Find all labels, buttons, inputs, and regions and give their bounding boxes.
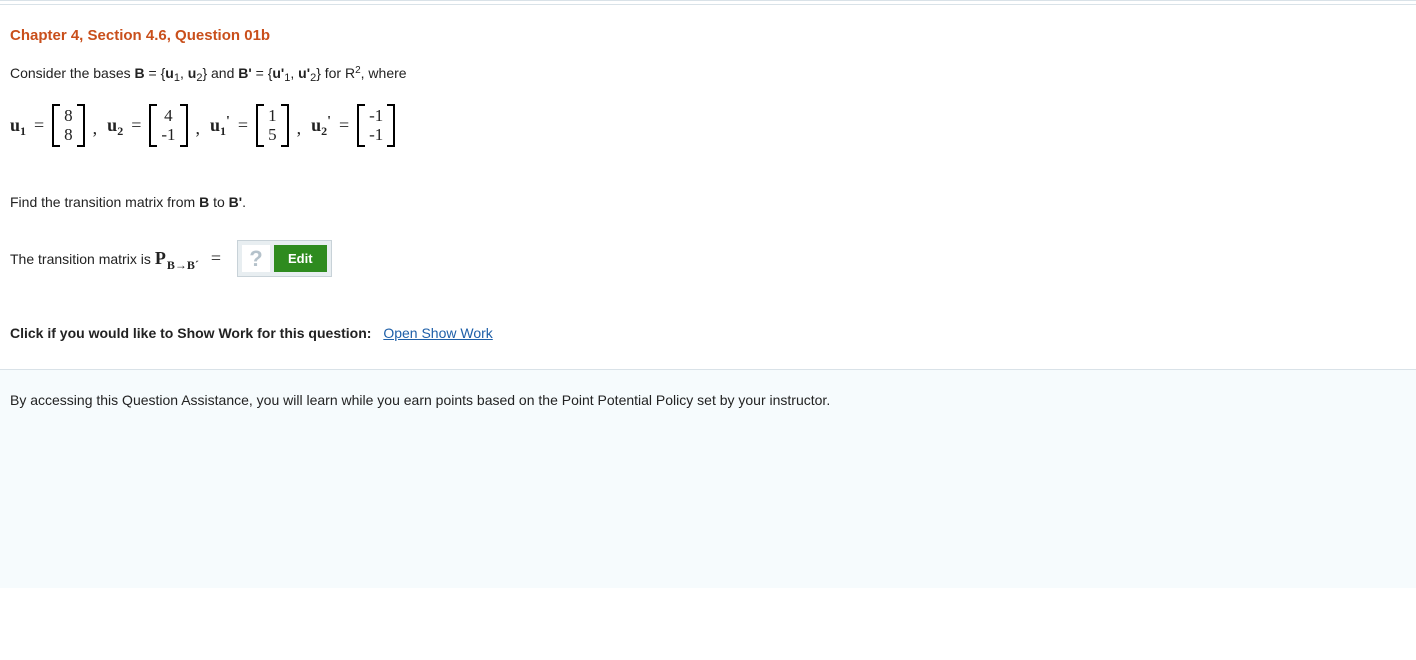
text: . xyxy=(242,194,246,210)
vectors-line: u1 = 88 , u2 = 4-1 , u1' = 15 , u2' = xyxy=(10,104,1406,147)
instruction-line: Find the transition matrix from B to B'. xyxy=(10,193,1406,213)
text: = { xyxy=(145,65,166,81)
equals: = xyxy=(129,113,143,138)
footer-note: By accessing this Question Assistance, y… xyxy=(0,369,1416,588)
var-u2: u2 xyxy=(107,113,123,138)
var-uprime: u' xyxy=(272,65,284,81)
show-work-line: Click if you would like to Show Work for… xyxy=(10,325,1406,341)
text: = { xyxy=(252,65,273,81)
text: } and xyxy=(202,65,238,81)
question-body: Chapter 4, Section 4.6, Question 01b Con… xyxy=(0,17,1416,341)
vector-u1: 88 xyxy=(52,104,85,147)
text: , xyxy=(290,65,298,81)
equals: = xyxy=(209,248,223,269)
text: to xyxy=(209,194,228,210)
var-u1: u1 xyxy=(10,113,26,138)
top-divider xyxy=(0,0,1416,5)
answer-input-group: ? Edit xyxy=(237,240,332,277)
answer-line: The transition matrix is P B→B´ = ? Edit xyxy=(10,240,1406,277)
equals: = xyxy=(337,113,351,138)
equals: = xyxy=(32,113,46,138)
var-u1p: u1' xyxy=(210,113,230,138)
var-Bprime: B' xyxy=(238,65,251,81)
var-u: u xyxy=(165,65,174,81)
text: , xyxy=(180,65,188,81)
edit-button[interactable]: Edit xyxy=(274,245,327,272)
comma: , xyxy=(91,116,102,147)
question-title: Chapter 4, Section 4.6, Question 01b xyxy=(10,27,1406,44)
var-Bprime: B' xyxy=(229,194,242,210)
var-B: B xyxy=(199,194,209,210)
text: The transition matrix is xyxy=(10,251,151,267)
var-u2p: u2' xyxy=(311,113,331,138)
sub: 1 xyxy=(174,72,180,84)
footer-text: By accessing this Question Assistance, y… xyxy=(10,392,830,408)
show-work-label: Click if you would like to Show Work for… xyxy=(10,325,371,341)
comma: , xyxy=(194,116,205,147)
vector-u2p: -1-1 xyxy=(357,104,395,147)
sub: 2 xyxy=(310,72,316,84)
text: } for R xyxy=(316,65,355,81)
var-B: B xyxy=(135,65,145,81)
sup: 2 xyxy=(355,65,361,76)
var-uprime: u' xyxy=(298,65,310,81)
open-show-work-link[interactable]: Open Show Work xyxy=(383,325,492,341)
var-P: P B→B´ xyxy=(155,248,199,269)
sub: 1 xyxy=(284,72,290,84)
intro-line: Consider the bases B = {u1, u2} and B' =… xyxy=(10,64,1406,84)
sub: 2 xyxy=(196,72,202,84)
vector-u2: 4-1 xyxy=(149,104,187,147)
vector-u1p: 15 xyxy=(256,104,289,147)
answer-field[interactable]: ? xyxy=(242,245,270,272)
text: Consider the bases xyxy=(10,65,135,81)
comma: , xyxy=(295,116,306,147)
text: , where xyxy=(361,65,407,81)
text: Find the transition matrix from xyxy=(10,194,199,210)
equals: = xyxy=(236,113,250,138)
